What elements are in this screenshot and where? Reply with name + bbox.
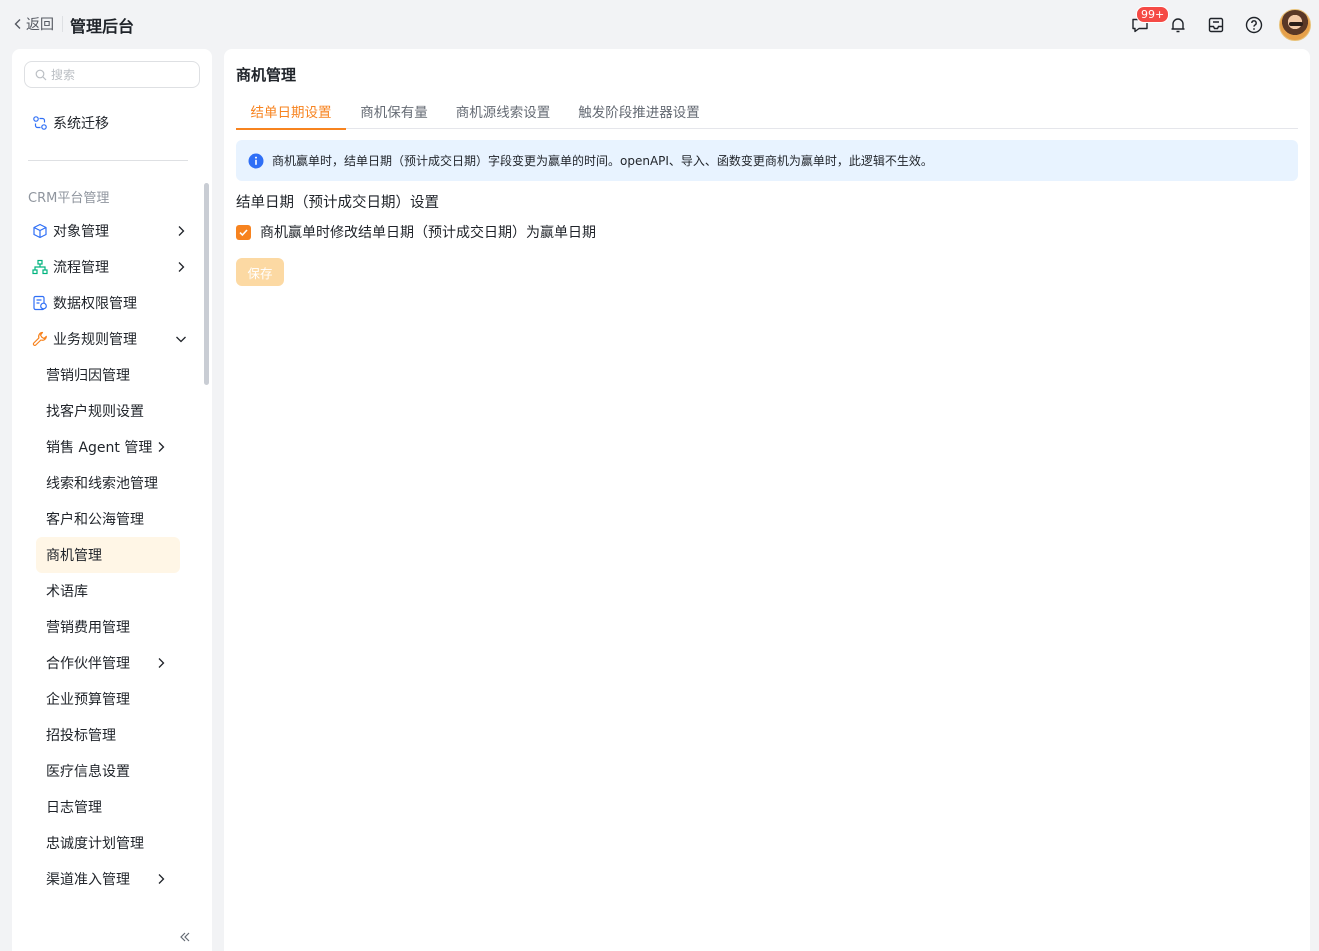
sidebar-subitem-channel-access[interactable]: 渠道准入管理 [36, 861, 180, 897]
sidebar-subitem-logs[interactable]: 日志管理 [36, 789, 180, 825]
sidebar-item-object-management[interactable]: 对象管理 [32, 215, 188, 247]
search-input[interactable] [51, 67, 181, 82]
sidebar-subitem-marketing-attribution[interactable]: 营销归因管理 [36, 357, 180, 393]
collapse-sidebar-icon[interactable] [177, 929, 193, 945]
inbox-button[interactable] [1205, 14, 1227, 36]
tab-label: 商机保有量 [360, 105, 428, 121]
sidebar-subitem-partner[interactable]: 合作伙伴管理 [36, 645, 180, 681]
chevron-right-icon [158, 442, 165, 452]
chevron-down-icon [176, 336, 186, 343]
sidebar-item-label: 流程管理 [53, 260, 109, 276]
chevron-right-icon [178, 226, 185, 236]
chevron-right-icon [158, 874, 165, 884]
sidebar-item-label: 日志管理 [46, 800, 102, 816]
sidebar-item-business-rules[interactable]: 业务规则管理 [32, 323, 188, 355]
user-avatar[interactable] [1279, 9, 1311, 41]
tab-bar: 结单日期设置 商机保有量 商机源线索设置 触发阶段推进器设置 [236, 97, 1298, 130]
sidebar-item-label: 术语库 [46, 584, 88, 600]
check-icon [239, 228, 248, 236]
info-notice: 商机赢单时，结单日期（预计成交日期）字段变更为赢单的时间。openAPI、导入、… [236, 140, 1298, 181]
sidebar-item-label: 营销归因管理 [46, 368, 130, 384]
sidebar-scrollbar[interactable] [204, 183, 209, 385]
sidebar: 系统迁移 CRM平台管理 对象管理 流程管理 数据权限管理 业务规则管理 营销归… [12, 49, 212, 951]
flow-icon [32, 259, 48, 275]
sidebar-search[interactable] [24, 61, 200, 88]
bell-icon [1171, 18, 1185, 33]
section-title: 结单日期（预计成交日期）设置 [236, 195, 439, 211]
sidebar-item-label: 商机管理 [46, 548, 102, 564]
page-title: 商机管理 [236, 66, 297, 84]
help-button[interactable] [1243, 14, 1265, 36]
sidebar-subitem-glossary[interactable]: 术语库 [36, 573, 180, 609]
sidebar-item-label: 合作伙伴管理 [46, 656, 130, 672]
sidebar-item-label: 营销费用管理 [46, 620, 130, 636]
tab-label: 商机源线索设置 [455, 105, 551, 121]
sidebar-item-label: 医疗信息设置 [46, 764, 130, 780]
sidebar-subitem-find-customer-rules[interactable]: 找客户规则设置 [36, 393, 180, 429]
sidebar-item-label: 客户和公海管理 [46, 512, 144, 528]
sidebar-subitem-budget[interactable]: 企业预算管理 [36, 681, 180, 717]
wrench-icon [32, 331, 48, 347]
sidebar-item-label: 业务规则管理 [53, 332, 137, 348]
info-icon [248, 153, 264, 168]
sidebar-subitem-customers[interactable]: 客户和公海管理 [36, 501, 180, 537]
chevron-right-icon [158, 658, 165, 668]
sidebar-item-label: 企业预算管理 [46, 692, 130, 708]
tab-close-date-settings[interactable]: 结单日期设置 [236, 97, 346, 130]
sidebar-subitem-opportunity[interactable]: 商机管理 [36, 537, 180, 573]
tab-stage-propeller-settings[interactable]: 触发阶段推进器设置 [575, 97, 703, 129]
back-label: 返回 [26, 17, 54, 33]
sidebar-subitem-loyalty[interactable]: 忠诚度计划管理 [36, 825, 180, 861]
checkbox-box[interactable] [236, 224, 251, 240]
message-badge: 99+ [1136, 6, 1170, 23]
checkbox-label: 商机赢单时修改结单日期（预计成交日期）为赢单日期 [260, 225, 596, 241]
sidebar-item-label: 系统迁移 [53, 116, 109, 132]
top-bar: 返回 管理后台 99+ [0, 0, 1319, 48]
tab-label: 触发阶段推进器设置 [578, 105, 700, 121]
topbar-divider [62, 16, 63, 32]
main-panel: 商机管理 结单日期设置 商机保有量 商机源线索设置 触发阶段推进器设置 商机赢单… [224, 49, 1310, 951]
sidebar-section-label: CRM平台管理 [28, 191, 110, 206]
sidebar-item-process-management[interactable]: 流程管理 [32, 251, 188, 283]
sidebar-subitem-leads[interactable]: 线索和线索池管理 [36, 465, 180, 501]
sidebar-subitem-bidding[interactable]: 招投标管理 [36, 717, 180, 753]
topbar-actions: 99+ [1113, 6, 1311, 42]
back-button[interactable]: 返回 [12, 14, 54, 34]
sidebar-subitem-sales-agent[interactable]: 销售 Agent 管理 [36, 429, 180, 465]
app-title: 管理后台 [70, 17, 135, 36]
notice-text: 商机赢单时，结单日期（预计成交日期）字段变更为赢单的时间。openAPI、导入、… [272, 154, 933, 168]
sidebar-item-label: 销售 Agent 管理 [46, 440, 153, 456]
sidebar-item-label: 线索和线索池管理 [46, 476, 158, 492]
migration-icon [32, 115, 48, 131]
update-close-date-checkbox[interactable]: 商机赢单时修改结单日期（预计成交日期）为赢单日期 [236, 222, 596, 242]
sidebar-item-label: 找客户规则设置 [46, 404, 144, 420]
sidebar-item-label: 忠诚度计划管理 [46, 836, 144, 852]
sidebar-item-label: 招投标管理 [46, 728, 116, 744]
help-icon [1245, 16, 1263, 34]
sidebar-item-label: 对象管理 [53, 224, 109, 240]
message-button[interactable]: 99+ [1129, 6, 1170, 36]
sidebar-item-data-permission[interactable]: 数据权限管理 [32, 287, 188, 319]
sidebar-item-label: 数据权限管理 [53, 296, 137, 312]
sidebar-item-label: 渠道准入管理 [46, 872, 130, 888]
tab-source-lead-settings[interactable]: 商机源线索设置 [453, 97, 553, 129]
data-permission-icon [32, 295, 48, 311]
sidebar-subitem-marketing-expense[interactable]: 营销费用管理 [36, 609, 180, 645]
chevron-right-icon [178, 262, 185, 272]
tab-label: 结单日期设置 [250, 105, 332, 121]
tab-opportunity-retention[interactable]: 商机保有量 [353, 97, 435, 129]
sidebar-divider [28, 160, 188, 161]
cube-icon [32, 223, 48, 239]
sidebar-item-system-migration[interactable]: 系统迁移 [32, 107, 188, 139]
chevron-left-icon [14, 19, 21, 29]
inbox-icon [1208, 17, 1224, 33]
notification-button[interactable] [1167, 14, 1189, 36]
sidebar-subitem-medical-info[interactable]: 医疗信息设置 [36, 753, 180, 789]
save-button[interactable]: 保存 [236, 258, 284, 286]
search-icon [35, 69, 47, 80]
